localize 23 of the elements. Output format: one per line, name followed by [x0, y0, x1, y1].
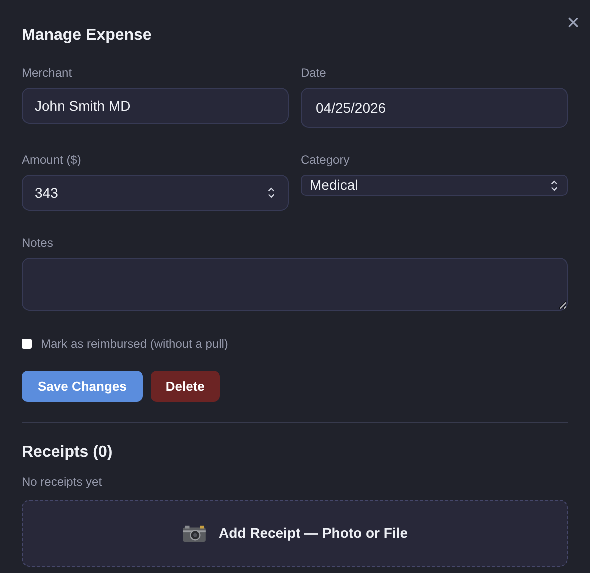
category-select[interactable]: Medical	[301, 175, 568, 196]
notes-field[interactable]	[22, 258, 568, 311]
chevrons-icon	[550, 178, 559, 192]
checkbox[interactable]	[22, 339, 32, 349]
chevrons-icon	[267, 186, 276, 200]
camera-icon	[182, 524, 207, 543]
field-label: Merchant	[22, 66, 74, 80]
date-field[interactable]: 04/25/2026	[301, 88, 568, 128]
merchant-field[interactable]: John Smith MD	[22, 88, 289, 124]
field-label: Amount ($)	[22, 153, 82, 167]
field-label: Category	[301, 153, 351, 167]
field-label: Notes	[22, 236, 54, 250]
add-receipt-button[interactable]: Add Receipt — Photo or File	[22, 500, 568, 567]
field-value: 343	[35, 184, 58, 202]
checkbox-label: Mark as reimbursed (without a pull)	[41, 336, 228, 353]
dialog-title: Manage Expense	[22, 26, 153, 46]
delete-button[interactable]: Delete	[150, 371, 220, 402]
empty-message: No receipts yet	[22, 475, 104, 489]
section-title: Receipts (0)	[22, 443, 114, 463]
field-label: Date	[301, 66, 328, 80]
select-value: Medical	[310, 176, 358, 195]
close-button[interactable]: ×	[567, 12, 580, 34]
amount-field[interactable]: 343	[22, 175, 289, 211]
